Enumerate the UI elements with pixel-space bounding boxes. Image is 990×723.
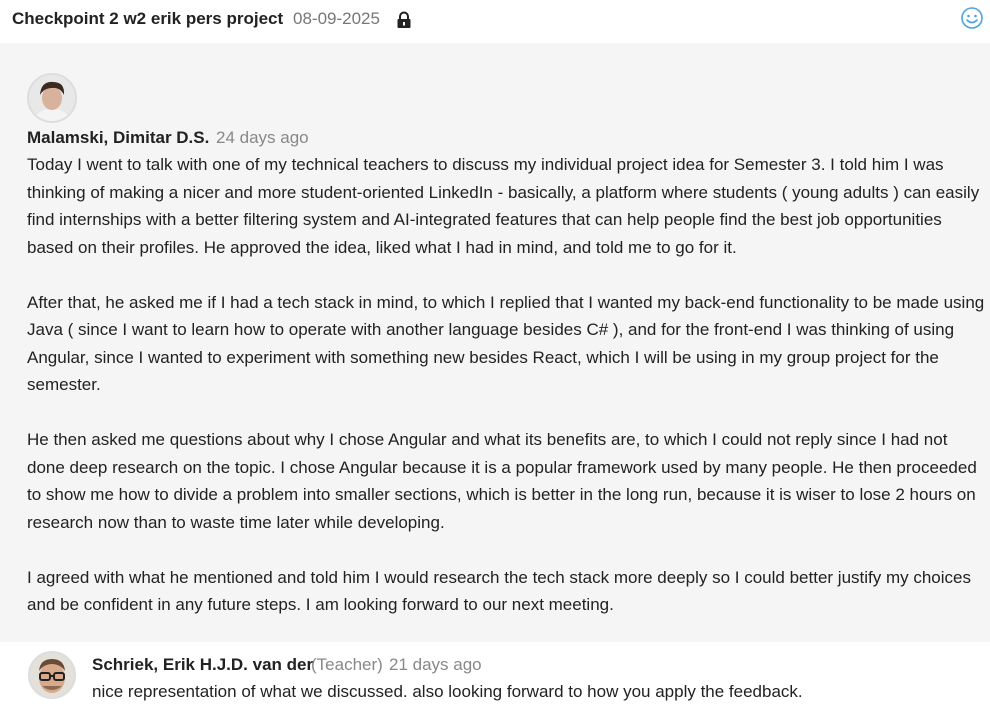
- post-timestamp: 24 days ago: [216, 128, 309, 147]
- feedback-post: Malamski, Dimitar D.S. 24 days ago Today…: [0, 43, 990, 642]
- post-author: Malamski, Dimitar D.S.: [27, 128, 210, 147]
- avatar: [28, 651, 76, 699]
- post-paragraph: After that, he asked me if I had a tech …: [27, 292, 989, 395]
- reply-comment: Schriek, Erik H.J.D. van der (Teacher) 2…: [0, 642, 990, 723]
- reply-role-badge: (Teacher): [311, 655, 383, 674]
- reply-text: nice representation of what we discussed…: [92, 682, 803, 701]
- post-paragraph: Today I went to talk with one of my tech…: [27, 155, 984, 257]
- post-body: Today I went to talk with one of my tech…: [27, 151, 985, 619]
- checkpoint-title: Checkpoint 2 w2 erik pers project: [12, 9, 284, 28]
- reply-timestamp: 21 days ago: [389, 655, 482, 674]
- avatar: [27, 73, 77, 123]
- feedback-header: Checkpoint 2 w2 erik pers project 08-09-…: [0, 0, 990, 42]
- lock-icon: [396, 11, 412, 29]
- smiley-icon[interactable]: [960, 6, 984, 30]
- post-paragraph: He then asked me questions about why I c…: [27, 430, 982, 532]
- post-paragraph: I agreed with what he mentioned and told…: [27, 567, 976, 615]
- checkpoint-date: 08-09-2025: [293, 9, 380, 28]
- reply-author: Schriek, Erik H.J.D. van der: [92, 655, 314, 674]
